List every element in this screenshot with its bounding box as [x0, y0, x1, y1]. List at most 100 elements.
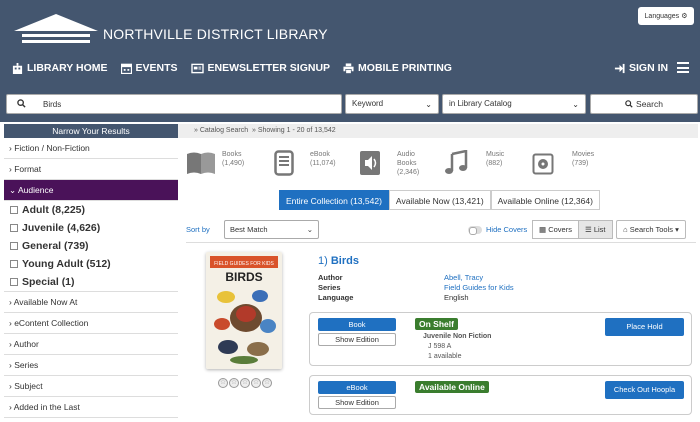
audience-option-juvenile[interactable]: Juvenile (4,626) — [4, 219, 178, 237]
newspaper-icon — [190, 63, 204, 73]
book-cover[interactable]: FIELD GUIDES FOR KIDS BIRDS — [206, 252, 282, 369]
breadcrumb-catalog-search[interactable]: Catalog Search — [200, 127, 248, 134]
status-badge: On Shelf — [415, 318, 458, 330]
search-button[interactable]: Search — [590, 94, 698, 114]
facet-audience[interactable]: ⌄ Audience — [4, 180, 178, 201]
call-number: J 598 A — [428, 343, 452, 350]
facet-fiction-nonfiction[interactable]: › Fiction / Non-Fiction — [4, 138, 178, 159]
sign-in-label: SIGN IN — [629, 62, 669, 74]
audience-option-young-adult[interactable]: Young Adult (512) — [4, 255, 178, 273]
format-count: (11,074) — [310, 160, 336, 167]
sort-select[interactable]: Best Match ⌄ — [224, 220, 319, 239]
chevron-down-icon: ⌄ — [572, 100, 579, 109]
search-icon — [17, 99, 26, 108]
audience-option-special[interactable]: Special (1) — [4, 273, 178, 292]
show-edition-button[interactable]: Show Edition — [318, 396, 396, 409]
format-book-button[interactable]: Book — [318, 318, 396, 331]
star-icon[interactable]: ☆ — [229, 378, 239, 388]
format-books[interactable]: Books (1,490) — [186, 150, 244, 176]
format-ebook-button[interactable]: eBook — [318, 381, 396, 394]
format-audio-books[interactable]: Audio Books (2,346) — [359, 150, 419, 177]
search-by-select[interactable]: Keyword ⌄ — [345, 94, 439, 114]
covers-view-button[interactable]: ▦ Covers — [532, 220, 579, 239]
show-edition-button[interactable]: Show Edition — [318, 333, 396, 346]
checkbox[interactable] — [10, 224, 18, 232]
search-icon — [625, 100, 633, 108]
sort-toolbar: Sort by Best Match ⌄ Hide Covers ▦ Cover… — [186, 220, 696, 240]
tab-available-online[interactable]: Available Online (12,364) — [490, 190, 600, 210]
nav-label: LIBRARY HOME — [27, 62, 108, 74]
facet-format[interactable]: › Format — [4, 159, 178, 180]
facet-label: Added in the Last — [13, 402, 80, 412]
facet-available-now-at[interactable]: › Available Now At — [4, 292, 178, 313]
result-title[interactable]: 1) Birds — [318, 255, 359, 267]
format-card-ebook: eBook Show Edition Available Online Chec… — [309, 375, 692, 415]
tab-entire-collection[interactable]: Entire Collection (13,542) — [279, 190, 389, 210]
audience-option-general[interactable]: General (739) — [4, 237, 178, 255]
facet-label: Subject — [14, 381, 43, 391]
format-music[interactable]: Music (882) — [444, 150, 504, 176]
check-out-hoopla-button[interactable]: Check Out Hoopla — [605, 381, 684, 399]
star-icon[interactable]: ☆ — [251, 378, 261, 388]
checkbox[interactable] — [10, 278, 18, 286]
nav-events[interactable]: EVENTS — [120, 62, 178, 74]
facet-subject[interactable]: › Subject — [4, 376, 178, 397]
star-icon[interactable]: ☆ — [240, 378, 250, 388]
nav-library-home[interactable]: LIBRARY HOME — [12, 62, 108, 74]
availability-count: 1 available — [428, 353, 462, 360]
facet-author[interactable]: › Author — [4, 334, 178, 355]
format-count: (1,490) — [222, 160, 245, 167]
search-field[interactable] — [6, 94, 342, 114]
hide-covers-label[interactable]: Hide Covers — [486, 225, 527, 234]
option-label: Juvenile (4,626) — [22, 222, 101, 234]
format-name: Books — [397, 160, 417, 167]
checkbox[interactable] — [10, 206, 18, 214]
sign-in-link[interactable]: SIGN IN — [614, 62, 668, 74]
checkbox[interactable] — [10, 242, 18, 250]
list-view-button[interactable]: ☰ List — [578, 220, 613, 239]
facet-added-in-the-last[interactable]: › Added in the Last — [4, 397, 178, 418]
chevron-down-icon: ⌄ — [425, 100, 432, 109]
search-tools-button[interactable]: ⌂ Search Tools ▾ — [616, 220, 686, 239]
library-logo[interactable] — [14, 14, 98, 46]
place-hold-button[interactable]: Place Hold — [605, 318, 684, 336]
book-icon — [187, 152, 215, 174]
format-name: Books — [222, 151, 242, 158]
facet-econtent-collection[interactable]: › eContent Collection — [4, 313, 178, 334]
audience-option-adult[interactable]: Adult (8,225) — [4, 201, 178, 219]
search-scope-select[interactable]: in Library Catalog ⌄ — [442, 94, 586, 114]
star-icon[interactable]: ☆ — [262, 378, 272, 388]
languages-button[interactable]: Languages ⚙ — [638, 7, 694, 25]
nav-mobile-printing[interactable]: MOBILE PRINTING — [343, 62, 452, 74]
search-input[interactable] — [43, 97, 333, 111]
format-name: Music — [486, 151, 505, 158]
meta-key-language: Language — [318, 293, 354, 302]
gear-icon: ⚙ — [681, 13, 688, 20]
rating-stars[interactable]: ☆ ☆ ☆ ☆ ☆ — [218, 378, 272, 388]
format-ebook[interactable]: eBook (11,074) — [274, 150, 336, 176]
checkbox[interactable] — [10, 260, 18, 268]
option-label: General (739) — [22, 240, 89, 252]
facet-label: Series — [14, 360, 39, 370]
languages-label: Languages — [644, 12, 680, 20]
result-title-link[interactable]: Birds — [331, 255, 359, 267]
meta-value-author[interactable]: Abell, Tracy — [444, 273, 483, 283]
format-movies[interactable]: Movies (739) — [532, 150, 594, 176]
hide-covers-toggle[interactable] — [468, 226, 482, 235]
tab-available-now[interactable]: Available Now (13,421) — [388, 190, 491, 210]
audiobook-icon — [360, 151, 380, 175]
results-count: Showing 1 - 20 of 13,542 — [257, 127, 336, 134]
caret-down-icon: ▾ — [675, 225, 679, 234]
nav-enewsletter-signup[interactable]: ENEWSLETTER SIGNUP — [190, 62, 330, 74]
format-name: Movies — [572, 151, 595, 158]
hamburger-menu-icon[interactable] — [677, 62, 689, 73]
facet-series[interactable]: › Series — [4, 355, 178, 376]
star-icon[interactable]: ☆ — [218, 378, 228, 388]
sign-in-icon — [614, 63, 625, 73]
cover-image: FIELD GUIDES FOR KIDS BIRDS — [206, 252, 282, 369]
meta-value-series[interactable]: Field Guides for Kids — [444, 283, 514, 293]
format-count: (739) — [572, 160, 589, 167]
format-count: (2,346) — [397, 169, 420, 176]
library-name[interactable]: NORTHVILLE DISTRICT LIBRARY — [103, 26, 328, 42]
availability-tabs: Entire Collection (13,542) Available Now… — [279, 190, 600, 210]
